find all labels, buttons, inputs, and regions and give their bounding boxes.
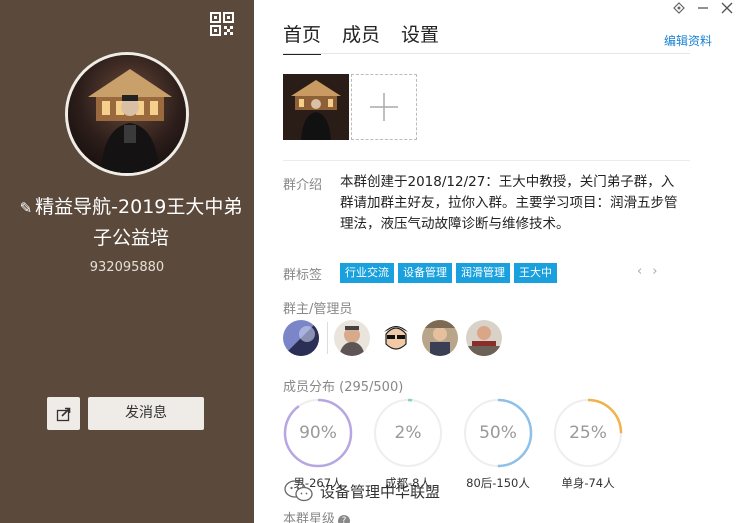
chevron-right-icon[interactable]: › xyxy=(652,264,657,279)
admins-label: 群主/管理员 xyxy=(283,302,353,317)
wechat-icon xyxy=(284,480,313,502)
ring-caption: 单身-74人 xyxy=(561,476,615,490)
window-controls xyxy=(673,2,733,18)
ring-percent: 25% xyxy=(569,423,607,443)
avatar[interactable] xyxy=(422,320,458,356)
tags-label: 群标签 xyxy=(283,268,323,283)
tag-item[interactable]: 行业交流 xyxy=(340,263,394,283)
share-button[interactable] xyxy=(47,397,80,430)
plus-icon xyxy=(370,93,398,121)
divider xyxy=(283,160,690,161)
group-avatar[interactable] xyxy=(65,52,189,176)
group-id: 932095880 xyxy=(89,260,165,275)
add-photo-button[interactable] xyxy=(351,74,417,140)
ring-percent: 2% xyxy=(394,423,422,443)
ring-percent: 90% xyxy=(299,423,337,443)
distribution-item[interactable]: 50% 80后-150人 xyxy=(463,398,533,491)
tab-settings[interactable]: 设置 xyxy=(401,20,439,55)
avatar[interactable] xyxy=(283,320,319,356)
tag-pager: ‹ › xyxy=(637,264,657,279)
ring-percent: 50% xyxy=(479,423,517,443)
progress-ring: 2% xyxy=(373,398,443,468)
close-icon[interactable] xyxy=(721,2,733,18)
help-icon[interactable]: ? xyxy=(338,515,351,523)
group-detail-panel: 首页 成员 设置 编辑资料 群介绍 本群创建于2018/12/27：王大中教授，… xyxy=(254,0,749,523)
group-rating-label: 本群星级? xyxy=(283,508,351,523)
progress-ring: 25% xyxy=(553,398,623,468)
divider xyxy=(327,322,328,354)
tab-bar: 首页 成员 设置 xyxy=(283,20,439,55)
profile-sidebar: ✎ 精益导航-2019王大中弟子公益培 932095880 发消息 xyxy=(0,0,254,523)
group-name: ✎ 精益导航-2019王大中弟子公益培 xyxy=(18,192,244,253)
settings-icon[interactable] xyxy=(673,2,685,18)
avatar[interactable] xyxy=(334,320,370,356)
distribution-rings: 90% 男-267人 2% 成都-8人 50% 80后-150人 25% 单身-… xyxy=(283,398,623,491)
intro-label: 群介绍 xyxy=(283,178,323,193)
edit-profile-link[interactable]: 编辑资料 xyxy=(664,32,712,49)
group-photo[interactable] xyxy=(283,74,349,140)
progress-ring: 90% xyxy=(283,398,353,468)
group-rating-text: 本群星级 xyxy=(283,512,336,523)
watermark-text: 设备管理中华联盟 xyxy=(320,482,441,501)
watermark: 设备管理中华联盟 xyxy=(284,480,440,502)
avatar[interactable] xyxy=(466,320,502,356)
chevron-left-icon[interactable]: ‹ xyxy=(637,264,642,279)
admin-list xyxy=(283,320,510,356)
intro-text: 本群创建于2018/12/27：王大中教授，关门弟子群，入群请加群主好友，拉你入… xyxy=(340,174,678,232)
tab-home[interactable]: 首页 xyxy=(283,20,322,55)
avatar[interactable] xyxy=(378,320,414,356)
send-message-button[interactable]: 发消息 xyxy=(88,397,204,430)
distribution-item[interactable]: 90% 男-267人 xyxy=(283,398,353,491)
progress-ring: 50% xyxy=(463,398,533,468)
divider xyxy=(283,53,690,54)
ring-caption: 80后-150人 xyxy=(466,476,530,490)
tag-item[interactable]: 设备管理 xyxy=(398,263,452,283)
tag-item[interactable]: 润滑管理 xyxy=(456,263,510,283)
share-icon xyxy=(56,407,70,421)
group-name-text: 精益导航-2019王大中弟子公益培 xyxy=(35,196,243,249)
tab-members[interactable]: 成员 xyxy=(342,20,380,55)
qr-code-icon[interactable] xyxy=(210,12,234,36)
distribution-item[interactable]: 2% 成都-8人 xyxy=(373,398,443,491)
distribution-item[interactable]: 25% 单身-74人 xyxy=(553,398,623,491)
tag-list: 行业交流 设备管理 润滑管理 王大中 xyxy=(340,263,557,283)
edit-pen-icon[interactable]: ✎ xyxy=(20,199,33,217)
minimize-icon[interactable] xyxy=(697,2,709,18)
distribution-label: 成员分布 (295/500) xyxy=(283,380,404,395)
tag-item[interactable]: 王大中 xyxy=(514,263,557,283)
